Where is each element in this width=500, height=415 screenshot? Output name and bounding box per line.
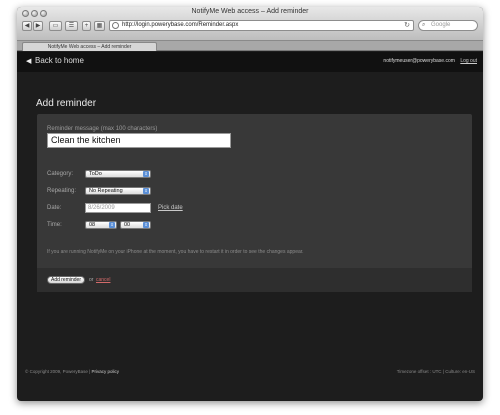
menu-button[interactable]: ▦ (94, 21, 105, 31)
date-input[interactable]: 8/26/2009 (85, 203, 151, 213)
search-field[interactable]: ⌕ Google (418, 20, 478, 31)
user-email: notifymeuser@powerybase.com (383, 58, 455, 64)
category-label: Category: (47, 171, 74, 177)
window-title: NotifyMe Web access – Add reminder (191, 8, 309, 15)
repeating-value: No Repeating (89, 188, 123, 194)
show-all-bookmarks-button[interactable]: ▭ (49, 21, 62, 31)
select-arrow-icon: ⇕ (109, 222, 115, 228)
hour-value: 08 (89, 222, 96, 228)
message-label: Reminder message (max 100 characters) (47, 126, 158, 132)
page-menu-icon: ▦ (96, 23, 103, 29)
minute-select[interactable]: 00 ⇕ (120, 221, 151, 229)
plus-icon: + (84, 23, 89, 29)
minute-value: 00 (124, 222, 131, 228)
locale-info: Timezone offset : UTC | Culture: en-US (396, 369, 475, 374)
reminder-form: Reminder message (max 100 characters) Cl… (37, 114, 472, 292)
message-input[interactable]: Clean the kitchen (47, 133, 231, 148)
browser-window: NotifyMe Web access – Add reminder ◀ ▶ ▭… (17, 7, 483, 401)
copyright-text: © Copyright 2009, PoweryBase | (25, 369, 92, 374)
back-arrow-icon: ◀ (26, 58, 32, 65)
date-label: Date: (47, 205, 62, 211)
site-favicon-icon (112, 22, 119, 29)
browser-titlebar: NotifyMe Web access – Add reminder ◀ ▶ ▭… (17, 7, 483, 41)
time-label: Time: (47, 222, 62, 228)
search-icon: ⌕ (422, 22, 426, 28)
or-text: or (89, 277, 94, 283)
reader-icon: ☰ (68, 23, 75, 29)
hour-select[interactable]: 08 ⇕ (85, 221, 117, 229)
add-reminder-button[interactable]: Add reminder (47, 276, 85, 284)
privacy-policy-link[interactable]: Privacy policy (92, 369, 120, 374)
category-value: ToDo (89, 171, 102, 177)
select-arrow-icon: ⇕ (143, 188, 149, 194)
user-area: notifymeuser@powerybase.com Log out (383, 58, 477, 64)
app-header: ◀ Back to home notifymeuser@powerybase.co… (17, 52, 483, 72)
repeating-select[interactable]: No Repeating ⇕ (85, 187, 151, 195)
reader-button[interactable]: ☰ (65, 21, 78, 31)
browser-tab[interactable]: NotifyMe Web access – Add reminder (22, 42, 157, 51)
back-to-home-link[interactable]: ◀ Back to home (26, 56, 84, 65)
pick-date-link[interactable]: Pick date (158, 205, 183, 211)
logout-link[interactable]: Log out (460, 58, 477, 64)
bookmarks-icon: ▭ (52, 23, 59, 29)
copyright-footer: © Copyright 2009, PoweryBase | Privacy p… (25, 369, 119, 374)
add-bookmark-button[interactable]: + (82, 21, 91, 31)
back-arrow-icon: ◀ (24, 23, 30, 29)
forward-arrow-icon: ▶ (35, 23, 41, 29)
tab-bar: NotifyMe Web access – Add reminder (17, 41, 483, 51)
back-to-home-label: Back to home (35, 56, 84, 65)
address-bar[interactable]: http://login.powerybase.com/Reminder.asp… (109, 20, 414, 31)
select-arrow-icon: ⇕ (143, 222, 149, 228)
iphone-restart-note: If you are running NotifyMe on your iPho… (47, 249, 304, 255)
back-button[interactable]: ◀ (22, 21, 32, 31)
repeating-label: Repeating: (47, 188, 77, 194)
forward-button[interactable]: ▶ (33, 21, 43, 31)
search-placeholder: Google (431, 22, 451, 28)
reload-icon[interactable]: ↻ (404, 21, 410, 30)
category-select[interactable]: ToDo ⇕ (85, 170, 151, 178)
select-arrow-icon: ⇕ (143, 171, 149, 177)
form-actions: Add reminder or cancel (37, 268, 472, 292)
page-title: Add reminder (36, 98, 97, 109)
cancel-link[interactable]: cancel (96, 277, 110, 283)
address-bar-url: http://login.powerybase.com/Reminder.asp… (122, 22, 239, 28)
